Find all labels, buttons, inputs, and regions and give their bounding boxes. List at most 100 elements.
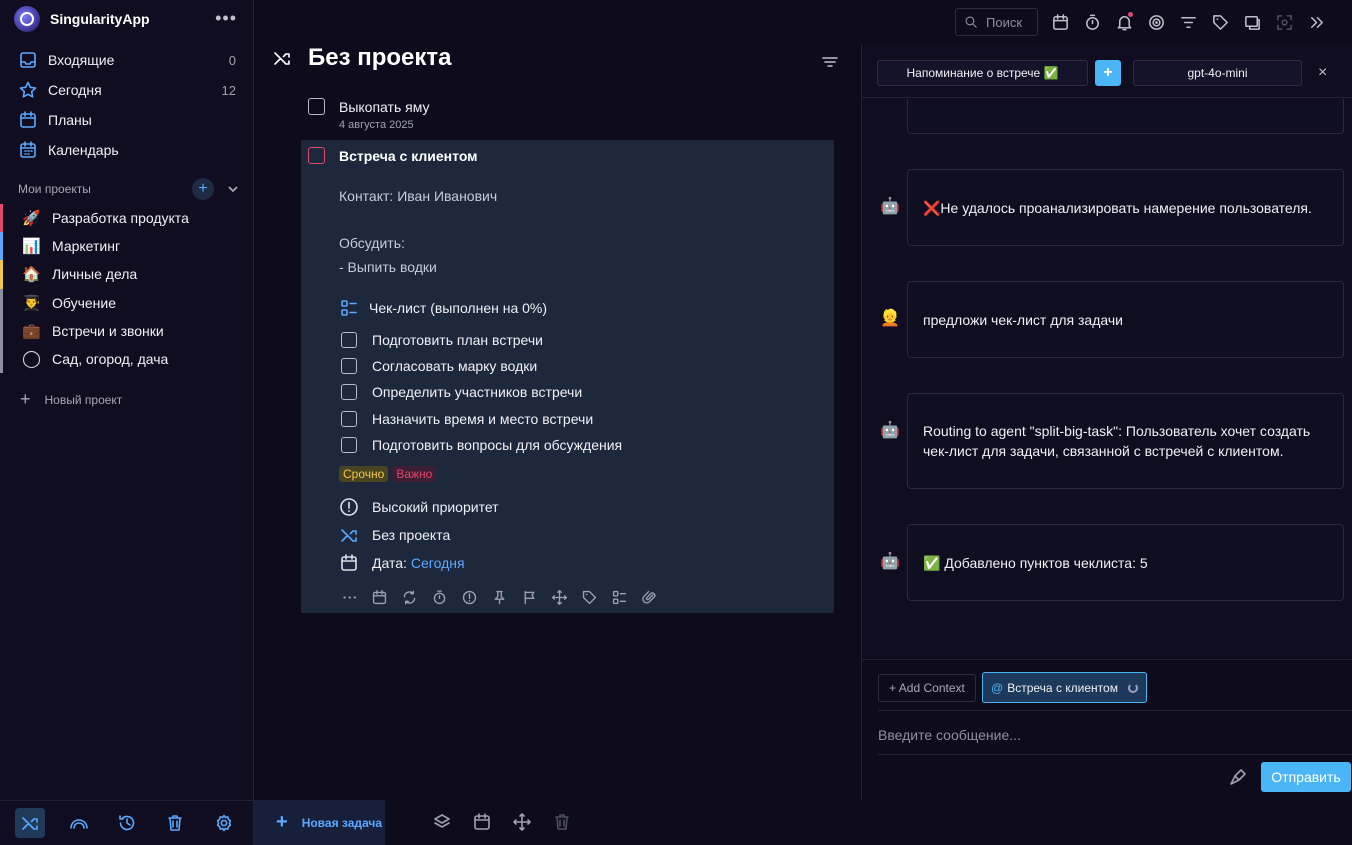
pin-icon[interactable] bbox=[489, 587, 509, 607]
nav-today[interactable]: Сегодня 12 bbox=[0, 75, 254, 105]
checklist-icon[interactable] bbox=[609, 587, 629, 607]
checklist-item: Согласовать марку водки bbox=[341, 353, 622, 379]
search-placeholder: Поиск bbox=[986, 14, 1023, 30]
layers-icon[interactable] bbox=[432, 812, 452, 832]
checklist-item-text[interactable]: Согласовать марку водки bbox=[372, 358, 537, 374]
search-button[interactable]: Поиск bbox=[955, 8, 1038, 36]
checklist-checkbox[interactable] bbox=[341, 332, 357, 349]
new-project-button[interactable]: + Новый проект bbox=[20, 389, 122, 410]
habits-button[interactable] bbox=[64, 808, 94, 838]
add-project-button[interactable]: + bbox=[192, 178, 214, 200]
checklist-item-text[interactable]: Подготовить план встречи bbox=[372, 332, 543, 348]
message-input[interactable] bbox=[878, 720, 1338, 750]
close-icon[interactable]: × bbox=[1318, 64, 1327, 82]
project-row[interactable]: Без проекта bbox=[339, 525, 450, 545]
calendar-icon[interactable] bbox=[1050, 12, 1070, 32]
move-icon[interactable] bbox=[549, 587, 569, 607]
nav-label: Сегодня bbox=[48, 82, 102, 98]
checklist-item-text[interactable]: Назначить время и место встречи bbox=[372, 411, 593, 427]
send-button[interactable]: Отправить bbox=[1261, 762, 1351, 792]
star-icon bbox=[18, 80, 38, 100]
chat-select[interactable]: Напоминание о встрече ✅ bbox=[877, 60, 1088, 86]
calendar-icon[interactable] bbox=[472, 812, 492, 832]
project-item[interactable]: 👨‍🎓 Обучение bbox=[0, 288, 254, 317]
tag-icon[interactable] bbox=[1210, 12, 1230, 32]
trash-button[interactable] bbox=[160, 808, 190, 838]
bulk-actions bbox=[432, 812, 572, 832]
checklist-item-text[interactable]: Определить участников встречи bbox=[372, 384, 582, 400]
student-icon: 👨‍🎓 bbox=[22, 294, 41, 312]
new-task-button[interactable]: + Новая задача bbox=[254, 800, 385, 845]
history-button[interactable] bbox=[112, 808, 142, 838]
project-list: 🚀 Разработка продукта 📊 Маркетинг 🏠 Личн… bbox=[0, 204, 254, 374]
calendar-plans-icon bbox=[18, 110, 38, 130]
calendar-icon bbox=[339, 553, 359, 573]
more-menu-icon[interactable]: ••• bbox=[215, 8, 237, 29]
ai-assistant-icon[interactable] bbox=[1242, 12, 1262, 32]
message-bubble: ✅ Добавлено пунктов чеклиста: 5 bbox=[907, 524, 1344, 601]
nav-label: Планы bbox=[48, 112, 92, 128]
task-description-line[interactable]: - Выпить водки bbox=[339, 259, 437, 275]
task-description-line[interactable]: Контакт: Иван Иванович bbox=[339, 188, 497, 204]
plus-icon: + bbox=[276, 811, 288, 833]
project-label: Встречи и звонки bbox=[52, 322, 164, 339]
task-checkbox[interactable] bbox=[308, 147, 325, 164]
add-context-button[interactable]: + Add Context bbox=[878, 674, 976, 702]
model-select[interactable]: gpt-4o-mini bbox=[1133, 60, 1302, 86]
gear-icon bbox=[214, 813, 234, 833]
sort-icon[interactable] bbox=[820, 52, 840, 72]
date-value[interactable]: Сегодня bbox=[411, 555, 465, 571]
priority-icon[interactable] bbox=[459, 587, 479, 607]
date-row[interactable]: Дата: Сегодня bbox=[339, 553, 465, 573]
tag-important[interactable]: Важно bbox=[392, 466, 437, 482]
nav-calendar[interactable]: Календарь bbox=[0, 135, 254, 165]
focus-icon[interactable] bbox=[1274, 12, 1294, 32]
checklist-checkbox[interactable] bbox=[341, 358, 357, 375]
flag-icon[interactable] bbox=[519, 587, 539, 607]
ai-panel-header: Напоминание о встрече ✅ + gpt-4o-mini × bbox=[862, 44, 1352, 98]
calendar-icon[interactable] bbox=[369, 587, 389, 607]
task-item[interactable]: Выкопать яму 4 августа 2025 bbox=[308, 98, 430, 131]
checklist-checkbox[interactable] bbox=[341, 436, 357, 453]
more-icon[interactable] bbox=[339, 587, 359, 607]
attachment-icon[interactable] bbox=[639, 587, 659, 607]
collapse-panel-icon[interactable] bbox=[1306, 12, 1326, 32]
microphone-icon[interactable] bbox=[1228, 767, 1248, 787]
chevron-down-icon[interactable] bbox=[226, 182, 240, 196]
trash-icon[interactable] bbox=[552, 812, 572, 832]
stopwatch-icon[interactable] bbox=[1082, 12, 1102, 32]
project-item[interactable]: 📊 Маркетинг bbox=[0, 232, 254, 261]
inbox-icon bbox=[18, 50, 38, 70]
bell-icon[interactable] bbox=[1114, 12, 1134, 32]
priority-row[interactable]: Высокий приоритет bbox=[339, 497, 499, 517]
task-description-line[interactable]: Обсудить: bbox=[339, 235, 405, 251]
checklist-checkbox[interactable] bbox=[341, 384, 357, 401]
message-text: ❌Не удалось проанализировать намерение п… bbox=[923, 199, 1312, 216]
rainbow-icon bbox=[69, 813, 89, 833]
sidebar: SingularityApp ••• Входящие 0 Сегодня 12… bbox=[0, 0, 254, 845]
nav-count: 12 bbox=[221, 82, 236, 98]
nav-inbox[interactable]: Входящие 0 bbox=[0, 45, 254, 75]
task-title[interactable]: Встреча с клиентом bbox=[339, 148, 478, 164]
project-item[interactable]: ◯ Сад, огород, дача bbox=[0, 344, 254, 374]
repeat-icon[interactable] bbox=[399, 587, 419, 607]
nav-plans[interactable]: Планы bbox=[0, 105, 254, 135]
checklist-item-text[interactable]: Подготовить вопросы для обсуждения bbox=[372, 437, 622, 453]
brand[interactable]: SingularityApp bbox=[14, 6, 150, 32]
shuffle-button[interactable] bbox=[15, 808, 46, 838]
stopwatch-icon[interactable] bbox=[429, 587, 449, 607]
tag-icon[interactable] bbox=[579, 587, 599, 607]
project-item[interactable]: 🚀 Разработка продукта bbox=[0, 204, 254, 233]
context-chip[interactable]: @ Встреча с клиентом bbox=[982, 672, 1147, 703]
task-checkbox[interactable] bbox=[308, 98, 325, 115]
project-item[interactable]: 🏠 Личные дела bbox=[0, 260, 254, 289]
move-icon[interactable] bbox=[512, 812, 532, 832]
target-icon[interactable] bbox=[1146, 12, 1166, 32]
loading-spinner-icon bbox=[1127, 682, 1138, 693]
project-item[interactable]: 💼 Встречи и звонки bbox=[0, 316, 254, 345]
filter-icon[interactable] bbox=[1178, 12, 1198, 32]
new-chat-button[interactable]: + bbox=[1095, 60, 1121, 86]
settings-button[interactable] bbox=[209, 808, 239, 838]
tag-urgent[interactable]: Срочно bbox=[339, 466, 389, 482]
checklist-checkbox[interactable] bbox=[341, 410, 357, 427]
